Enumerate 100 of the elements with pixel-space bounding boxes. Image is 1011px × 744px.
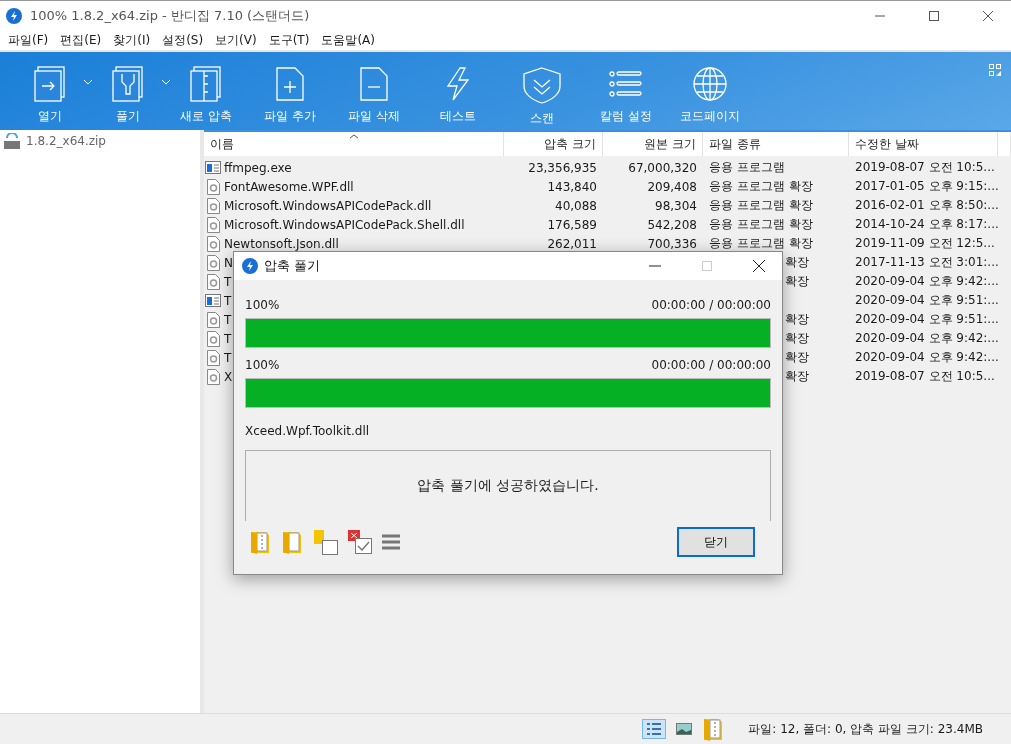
menu-item[interactable]: 설정(S) [156, 31, 210, 49]
table-cell: 확장 [785, 330, 809, 347]
zipper-icon [112, 66, 144, 102]
table-cell-text: 40,088 [554, 197, 598, 215]
tree-item[interactable]: 1.8.2_x64.zip [4, 132, 196, 150]
table-cell-text: 176,589 [546, 216, 598, 234]
toolbar-button[interactable]: 파일 추가 [248, 52, 332, 125]
table-cell: 확장 [785, 254, 809, 271]
menu-item[interactable]: 보기(V) [209, 31, 263, 49]
zip-icon [4, 133, 20, 149]
app-logo-icon [6, 7, 22, 24]
window-title: 100% 1.8.2_x64.zip - 반디집 7.10 (스탠더드) [30, 6, 311, 25]
gear-file-icon [206, 197, 220, 214]
shield-icon [522, 66, 562, 104]
menu-item[interactable]: 찾기(I) [107, 31, 157, 49]
table-cell-text: 98,304 [654, 197, 698, 215]
table-cell: 응용 프로그램 확장 [709, 216, 813, 233]
view-button[interactable] [642, 719, 667, 739]
table-cell-text: 262,011 [546, 235, 598, 253]
file-name: T [224, 312, 232, 327]
close-dialog-button[interactable]: 닫기 [677, 527, 755, 557]
table-cell-text: 2020-09-04 오후 9:42:... [854, 330, 998, 347]
file-name: FontAwesome.WPF.dll [224, 179, 354, 194]
table-cell-text: 2019-11-09 오전 12:5... [854, 235, 996, 252]
details-icon [646, 722, 663, 736]
menu-item[interactable]: 파일(F) [2, 31, 55, 49]
caret-icon[interactable] [84, 80, 92, 85]
elapsed-time: 00:00:00 / 00:00:00 [651, 298, 771, 314]
layout-icon[interactable] [989, 64, 1001, 76]
table-cell-text: 2014-10-24 오후 8:17:... [854, 216, 998, 233]
gear-file-icon [206, 349, 220, 366]
table-cell-text: 2020-09-04 오후 9:51:... [854, 311, 998, 328]
table-cell-text: 2017-11-13 오전 3:01:... [854, 254, 998, 271]
file-name: T [224, 274, 232, 289]
close-icon [983, 10, 993, 21]
add-file-icon [275, 66, 305, 102]
table-cell: 확장 [785, 273, 809, 290]
table-cell-text: 2020-09-04 오후 9:42:... [854, 273, 998, 290]
maximize-icon [929, 10, 939, 21]
image-icon [676, 723, 693, 735]
file-name: Microsoft.WindowsAPICodePack.Shell.dll [224, 217, 465, 232]
lightning-icon [444, 66, 472, 102]
menu-icon[interactable] [381, 533, 401, 551]
menu-item[interactable]: 편집(E) [54, 31, 108, 49]
table-cell-text: 2019-08-07 오전 10:5... [854, 159, 996, 176]
dialog-title: 압축 풀기 [264, 257, 322, 275]
table-cell-text: 209,408 [646, 178, 698, 196]
current-file: Xceed.Wpf.Toolkit.dll [245, 424, 371, 438]
table-cell-text: 23,356,935 [527, 159, 598, 177]
gear-file-icon [206, 311, 220, 328]
close-icon [753, 260, 765, 272]
status-text: 파일: 12, 폴더: 0, 압축 파일 크기: 23.4MB [748, 720, 983, 738]
gear-file-icon [206, 254, 220, 271]
copy-icon[interactable] [313, 529, 339, 555]
success-message: 압축 풀기에 성공하였습니다. [417, 477, 599, 495]
table-cell-text: 2017-01-05 오후 9:15:... [854, 178, 998, 195]
table-cell-text: 2020-09-04 오후 9:42:... [854, 349, 998, 366]
sort-icon [350, 134, 358, 139]
table-cell: 확장 [785, 311, 809, 328]
maximize-icon [702, 261, 712, 271]
window-icon [205, 294, 221, 307]
open-icon [34, 66, 66, 102]
table-cell-text: 2020-09-04 오후 9:51:... [854, 292, 998, 309]
caret-icon[interactable] [162, 80, 170, 85]
table-cell-text: 700,336 [646, 235, 698, 253]
app-logo-icon [242, 258, 258, 274]
table-cell: 응용 프로그램 확장 [709, 197, 813, 214]
gear-file-icon [206, 235, 220, 252]
remove-file-icon [359, 66, 389, 102]
gear-file-icon [206, 216, 220, 233]
checkbox-x-icon[interactable] [347, 529, 373, 555]
window-icon [205, 161, 221, 174]
elapsed-time: 00:00:00 / 00:00:00 [651, 358, 771, 374]
table-cell: 확장 [785, 368, 809, 385]
file-name: T [224, 350, 232, 365]
table-cell-text: 2019-08-07 오전 10:5... [854, 368, 996, 385]
menu-item[interactable]: 도구(T) [262, 31, 316, 49]
table-cell: 확장 [785, 349, 809, 366]
file-name: ffmpeg.exe [224, 160, 292, 175]
file-name: Microsoft.WindowsAPICodePack.dll [224, 198, 432, 213]
file-name: N [224, 255, 233, 270]
globe-icon [692, 66, 728, 102]
file-name: T [224, 331, 232, 346]
menu-item[interactable]: 도움말(A) [315, 31, 381, 49]
table-cell-text: 67,000,320 [627, 159, 698, 177]
table-cell-text: 542,208 [646, 216, 698, 234]
table-cell: 응용 프로그램 확장 [709, 178, 813, 195]
gear-file-icon [206, 273, 220, 290]
zipper-icon [190, 66, 222, 102]
file-name: Newtonsoft.Json.dll [224, 236, 339, 251]
table-cell: 응용 프로그램 확장 [709, 235, 813, 252]
gear-file-icon [206, 178, 220, 195]
table-cell-text: 2016-02-01 오후 8:50:... [854, 197, 998, 214]
progress-percent: 100% [245, 358, 280, 374]
table-cell-text: 143,840 [546, 178, 598, 196]
progress-percent: 100% [245, 298, 280, 314]
file-name: T [224, 293, 232, 308]
table-cell: 응용 프로그램 [709, 159, 785, 176]
file-name: X [224, 369, 233, 384]
gear-file-icon [206, 330, 220, 347]
